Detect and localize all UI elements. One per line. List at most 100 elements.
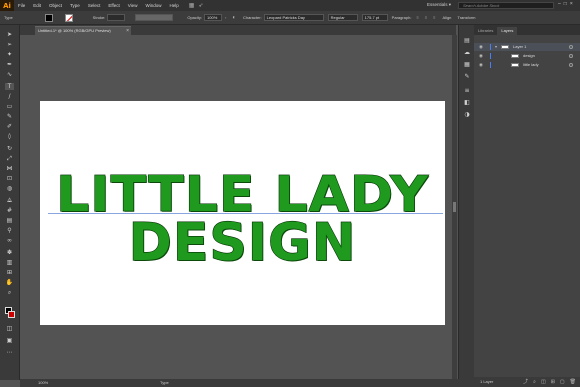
close-tab-icon[interactable]: × <box>126 27 129 35</box>
symbol-sprayer-tool-icon[interactable]: ✽ <box>5 249 14 256</box>
visibility-eye-icon[interactable]: ◉ <box>479 61 483 69</box>
font-size-field[interactable]: 175.7 pt <box>361 14 388 21</box>
drawing-modes-icon[interactable]: ◫ <box>5 325 14 332</box>
rectangle-tool-icon[interactable]: ▭ <box>5 103 14 110</box>
collect-export-icon[interactable]: ⤴ <box>523 377 528 387</box>
mesh-tool-icon[interactable]: # <box>5 207 14 214</box>
chevron-down-icon[interactable]: ▾ <box>495 43 497 51</box>
gpu-performance-icon[interactable]: ➶ <box>198 2 203 9</box>
selection-tool-icon[interactable]: ➤ <box>5 31 14 38</box>
workspace-switcher[interactable]: Essentials ▾ <box>427 2 451 8</box>
target-icon[interactable] <box>569 45 573 49</box>
menu-effect[interactable]: Effect <box>104 3 123 8</box>
character-label[interactable]: Character: <box>243 15 262 20</box>
stroke-weight-field[interactable] <box>107 14 126 21</box>
align-center-icon[interactable]: ≡ <box>425 15 427 20</box>
locate-object-icon[interactable]: ⌕ <box>533 377 536 387</box>
align-left-icon[interactable]: ≡ <box>416 15 418 20</box>
shape-builder-tool-icon[interactable]: ◍ <box>5 185 14 192</box>
fill-swatch[interactable] <box>44 13 53 22</box>
menu-select[interactable]: Select <box>84 3 105 8</box>
gradient-tool-icon[interactable]: ▤ <box>5 217 14 224</box>
paragraph-label[interactable]: Paragraph: <box>392 15 412 20</box>
artboard-tool-icon[interactable]: ⊞ <box>5 269 14 276</box>
align-right-icon[interactable]: ≡ <box>433 15 435 20</box>
pen-tool-icon[interactable]: ✒ <box>5 61 14 68</box>
eyedropper-tool-icon[interactable]: ⚲ <box>5 227 14 234</box>
menu-type[interactable]: Type <box>66 3 84 8</box>
line-tool-icon[interactable]: / <box>5 93 14 100</box>
visibility-eye-icon[interactable]: ◉ <box>479 52 483 60</box>
transparency-icon[interactable]: ◑ <box>463 111 471 119</box>
stroke-color-swatch[interactable] <box>8 311 15 318</box>
stroke-swatch[interactable] <box>64 13 73 22</box>
scale-tool-icon[interactable]: ⤢ <box>5 155 14 162</box>
visibility-eye-icon[interactable]: ◉ <box>479 43 483 51</box>
libraries-icon[interactable]: ☁ <box>463 49 471 57</box>
maximize-button[interactable]: □ <box>564 1 567 7</box>
brushes-icon[interactable]: ✎ <box>463 73 471 81</box>
rotate-tool-icon[interactable]: ↻ <box>5 145 14 152</box>
stroke-label[interactable]: Stroke: <box>93 15 106 20</box>
menu-view[interactable]: View <box>124 3 142 8</box>
current-tool-status[interactable]: Type <box>160 379 169 387</box>
curvature-tool-icon[interactable]: ∿ <box>5 71 14 78</box>
gradient-panel-icon[interactable]: ◧ <box>463 99 471 107</box>
opacity-field[interactable]: 100% <box>204 14 223 21</box>
zoom-level[interactable]: 100% <box>38 379 48 387</box>
layer-name[interactable]: little lady <box>523 61 539 69</box>
target-icon[interactable] <box>569 63 573 67</box>
free-transform-tool-icon[interactable]: ⊡ <box>5 175 14 182</box>
close-window-button[interactable]: × <box>570 1 573 7</box>
align-label[interactable]: Align <box>443 15 452 20</box>
more-tools-icon[interactable]: ⋯ <box>5 349 14 356</box>
layer-name[interactable]: design <box>523 52 535 60</box>
font-style-field[interactable]: Regular <box>327 14 358 21</box>
layer-row-layer-1[interactable]: ◉ ▾ Layer 1 <box>474 43 580 51</box>
layer-name[interactable]: Layer 1 <box>513 43 526 51</box>
column-graph-tool-icon[interactable]: ▥ <box>5 259 14 266</box>
tab-layers[interactable]: Layers <box>497 27 518 35</box>
eraser-tool-icon[interactable]: ◊ <box>5 133 14 140</box>
perspective-grid-tool-icon[interactable]: ⟁ <box>5 197 14 204</box>
stroke-panel-icon[interactable]: ≡ <box>463 87 471 95</box>
menu-object[interactable]: Object <box>45 3 66 8</box>
tab-libraries[interactable]: Libraries <box>474 27 497 35</box>
delete-layer-icon[interactable]: 🗑 <box>570 377 576 387</box>
swatches-icon[interactable]: ▦ <box>463 61 471 69</box>
font-family-field[interactable]: Leopard Patricks Day <box>263 14 324 21</box>
type-tool-icon[interactable]: T <box>5 83 14 90</box>
blend-tool-icon[interactable]: ∞ <box>5 237 14 244</box>
opacity-label[interactable]: Opacity: <box>187 15 202 20</box>
canvas[interactable]: LITTLE LADY DESIGN <box>21 35 452 379</box>
minimize-button[interactable]: – <box>558 1 561 7</box>
menu-edit[interactable]: Edit <box>29 3 45 8</box>
shaper-tool-icon[interactable]: ✐ <box>5 123 14 130</box>
paintbrush-tool-icon[interactable]: ✎ <box>5 113 14 120</box>
properties-icon[interactable]: ▤ <box>463 37 471 45</box>
chevron-right-icon[interactable]: › <box>225 15 226 20</box>
arrange-documents-icon[interactable]: ▦ <box>189 2 195 9</box>
variable-width-profile[interactable] <box>135 14 174 21</box>
target-icon[interactable] <box>569 54 573 58</box>
direct-selection-tool-icon[interactable]: ➢ <box>5 41 14 48</box>
width-tool-icon[interactable]: ⋈ <box>5 165 14 172</box>
document-tab[interactable]: Untitled-1* @ 100% (RGB/GPU Preview) × <box>35 26 131 35</box>
recolor-icon[interactable]: ◐ <box>232 15 236 21</box>
transform-label[interactable]: Transform <box>457 15 475 20</box>
artboard[interactable]: LITTLE LADY DESIGN <box>40 101 445 325</box>
stock-search-input[interactable]: Search Adobe Stock <box>458 2 554 9</box>
menu-help[interactable]: Help <box>165 3 182 8</box>
layer-row-little-lady[interactable]: ◉ little lady <box>474 61 580 69</box>
zoom-tool-icon[interactable]: ⌕ <box>5 289 14 296</box>
menu-window[interactable]: Window <box>141 3 165 8</box>
clipping-mask-icon[interactable]: ◫ <box>541 377 546 387</box>
hand-tool-icon[interactable]: ✋ <box>5 279 14 286</box>
new-layer-icon[interactable]: ▢ <box>560 377 565 387</box>
artwork-text-line2[interactable]: DESIGN <box>40 212 445 273</box>
new-sublayer-icon[interactable]: ⊞ <box>551 377 555 387</box>
menu-file[interactable]: File <box>14 3 29 8</box>
magic-wand-tool-icon[interactable]: ✦ <box>5 51 14 58</box>
scrollbar-thumb[interactable] <box>453 202 456 212</box>
layer-row-design[interactable]: ◉ design <box>474 52 580 60</box>
